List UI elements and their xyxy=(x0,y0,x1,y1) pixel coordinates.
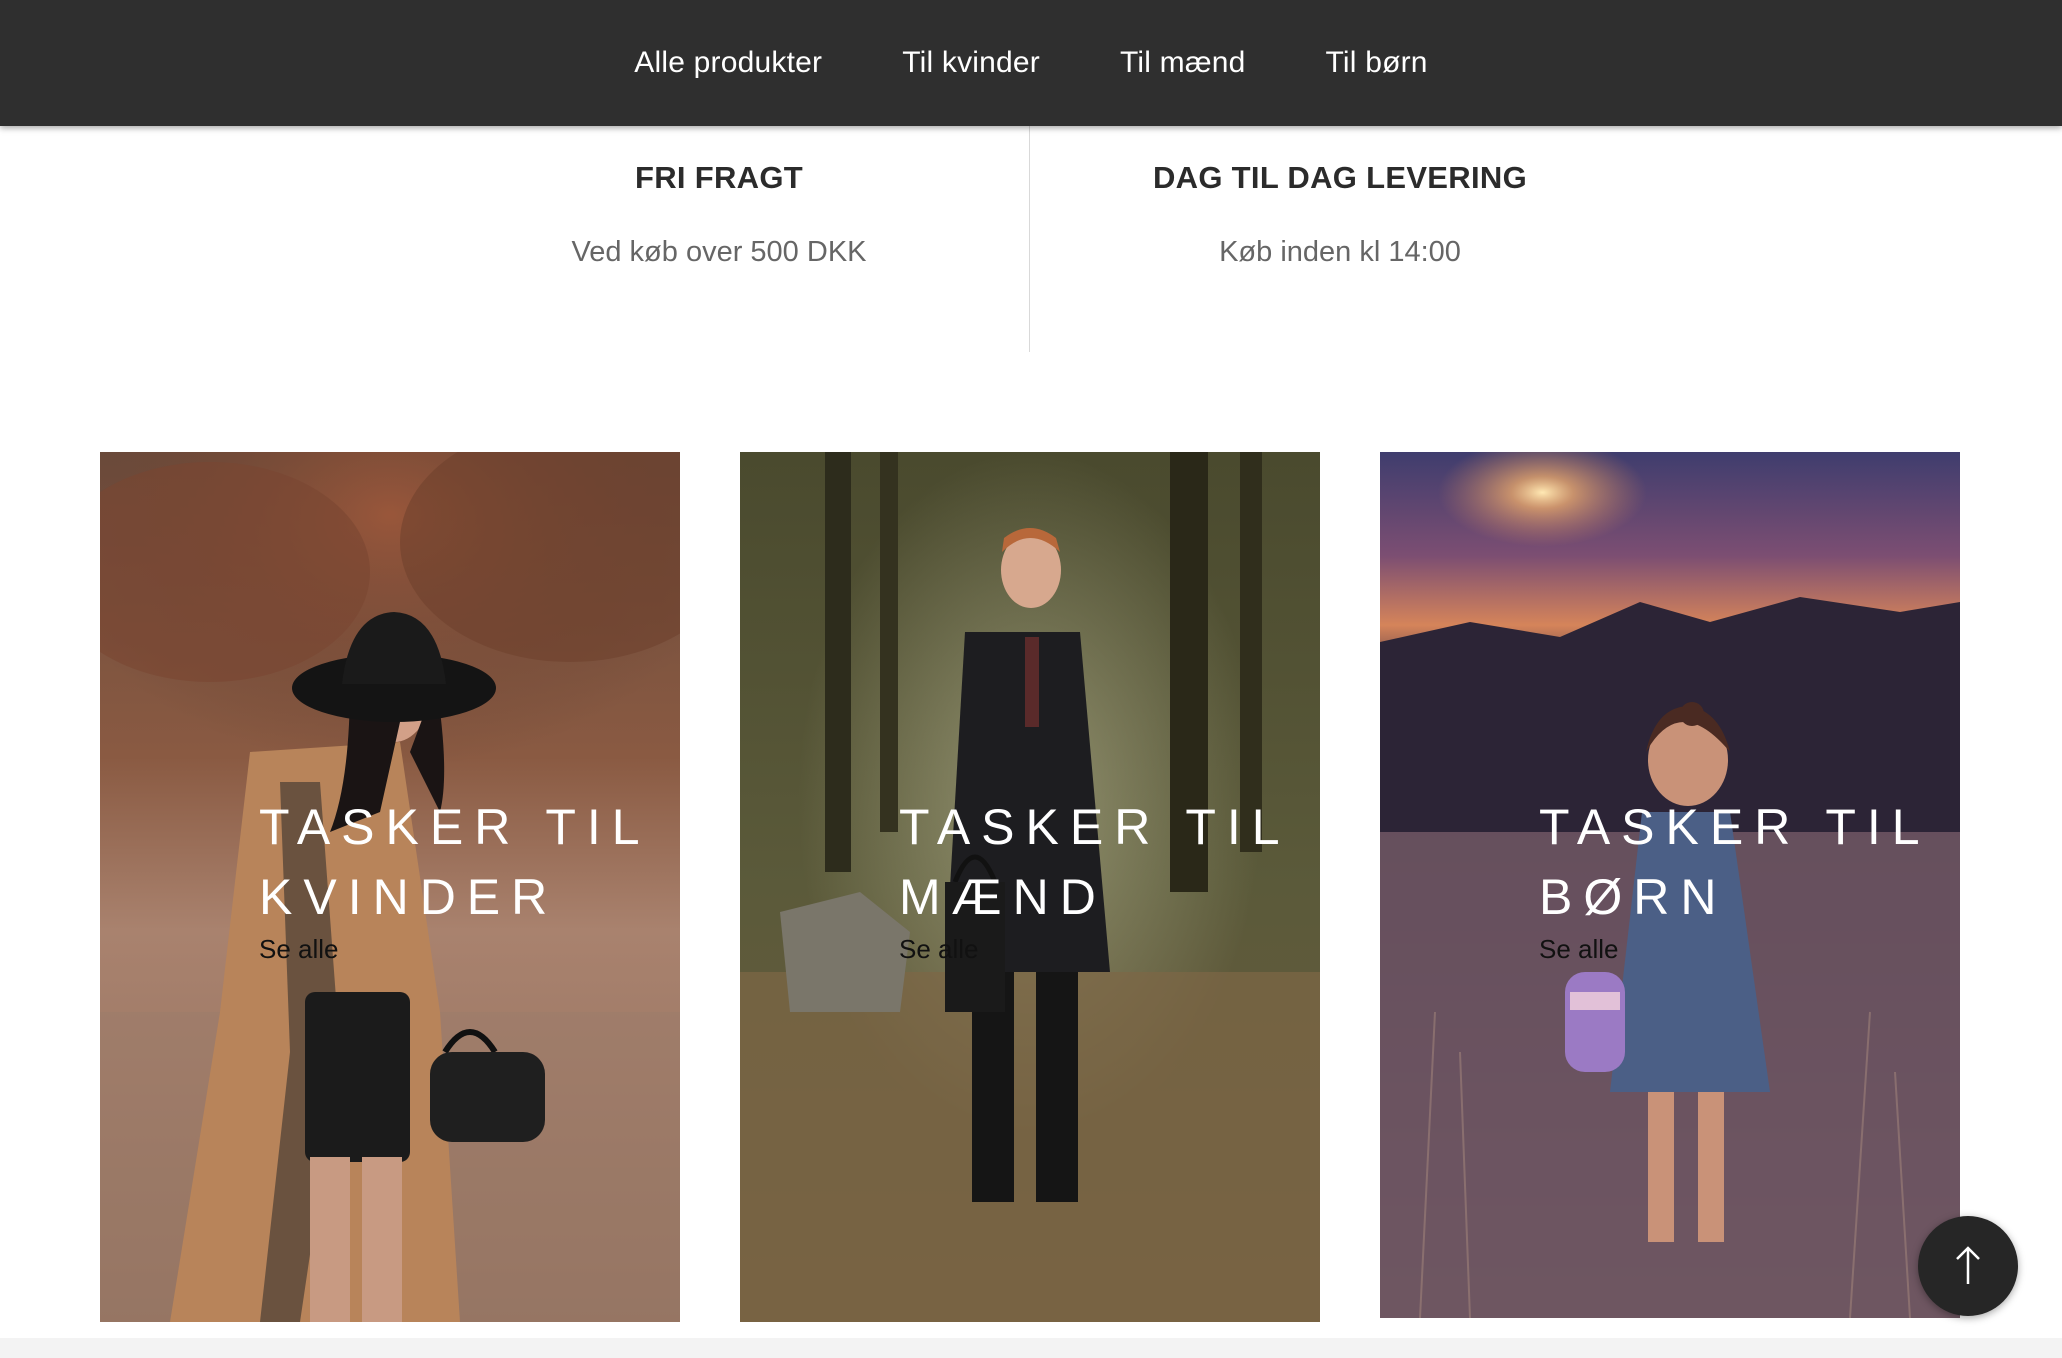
nav-all-products[interactable]: Alle produkter xyxy=(634,46,822,80)
nav-for-women[interactable]: Til kvinder xyxy=(902,46,1040,80)
see-all-link[interactable]: Se alle xyxy=(899,934,1299,965)
features-band: FRI FRAGT Ved køb over 500 DKK DAG TIL D… xyxy=(0,126,2062,356)
main-navigation: Alle produkter Til kvinder Til mænd Til … xyxy=(0,0,2062,126)
see-all-link[interactable]: Se alle xyxy=(1539,934,1939,965)
feature-subtitle: Køb inden kl 14:00 xyxy=(1219,236,1461,268)
category-overlay: TASKER TIL KVINDER Se alle xyxy=(259,792,659,965)
features-divider xyxy=(1029,126,1030,352)
category-overlay: TASKER TIL BØRN Se alle xyxy=(1539,792,1939,965)
page-bottom-edge xyxy=(0,1338,2062,1358)
category-title: TASKER TIL BØRN xyxy=(1539,799,1931,925)
feature-title: FRI FRAGT xyxy=(634,160,803,195)
feature-free-shipping: FRI FRAGT Ved køb over 500 DKK xyxy=(459,126,979,269)
category-card-women[interactable]: TASKER TIL KVINDER Se alle xyxy=(100,452,680,1322)
feature-title: DAG TIL DAG LEVERING xyxy=(1152,160,1527,195)
category-title: TASKER TIL MÆND xyxy=(899,799,1291,925)
category-overlay: TASKER TIL MÆND Se alle xyxy=(899,792,1299,965)
category-card-men[interactable]: TASKER TIL MÆND Se alle xyxy=(740,452,1320,1322)
see-all-link[interactable]: Se alle xyxy=(259,934,659,965)
category-title: TASKER TIL KVINDER xyxy=(259,799,651,925)
feature-next-day-delivery: DAG TIL DAG LEVERING Køb inden kl 14:00 xyxy=(1080,126,1600,269)
nav-for-children[interactable]: Til børn xyxy=(1326,46,1428,80)
back-to-top-button[interactable] xyxy=(1918,1216,2018,1316)
category-card-children[interactable]: TASKER TIL BØRN Se alle xyxy=(1380,452,1960,1318)
nav-for-men[interactable]: Til mænd xyxy=(1120,46,1246,80)
arrow-up-icon xyxy=(1956,1246,1980,1284)
feature-subtitle: Ved køb over 500 DKK xyxy=(571,236,867,268)
